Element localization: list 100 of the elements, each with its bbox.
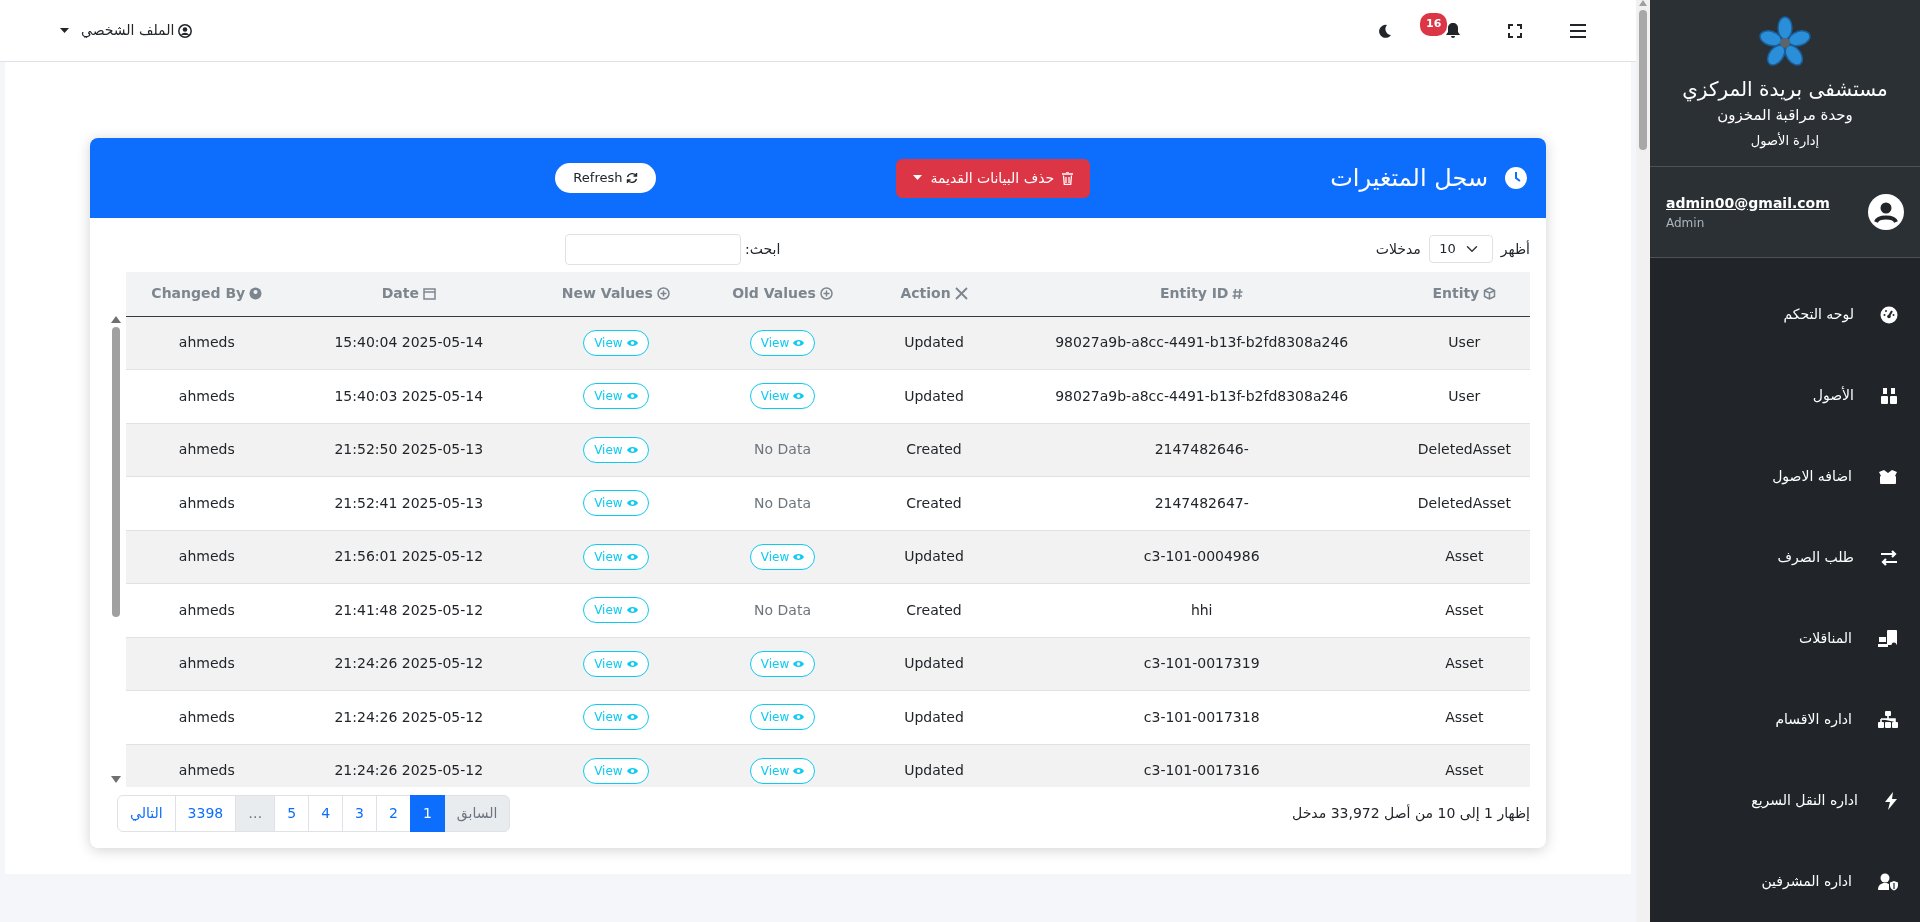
view-button[interactable]: View <box>583 490 649 517</box>
view-button[interactable]: View <box>749 650 816 677</box>
table-cell: 21:24:26 2025-05-12 <box>334 762 484 779</box>
table-cell: c3-101-0017319 <box>1143 655 1260 672</box>
hash-icon <box>1232 287 1244 300</box>
table-cell: c3-101-0017316 <box>1143 762 1260 779</box>
menu-icon[interactable] <box>1570 23 1586 38</box>
scroll-up-arrow-icon[interactable] <box>111 316 121 323</box>
column-header[interactable]: Action <box>900 283 951 305</box>
cube-icon <box>1483 287 1497 301</box>
notification-bell-icon[interactable] <box>1446 23 1460 38</box>
table-cell: c3-101-0004986 <box>1143 548 1260 565</box>
table-cell: DeletedAsset <box>1417 441 1511 458</box>
table-cell: Asset <box>1445 708 1484 725</box>
page-link[interactable]: 4 <box>308 795 344 832</box>
view-button[interactable]: View <box>583 543 649 570</box>
eye-icon <box>793 338 805 347</box>
view-button[interactable]: View <box>749 704 816 731</box>
user-circle-icon <box>178 23 193 38</box>
notification-badge: 16 <box>1420 13 1448 36</box>
scrollbar-thumb[interactable] <box>1639 10 1647 150</box>
profile-dropdown[interactable]: الملف الشخصي <box>60 20 193 41</box>
bolt-icon <box>1884 791 1898 810</box>
column-header[interactable]: Entity ID <box>1159 283 1229 305</box>
eye-icon <box>793 392 805 401</box>
section-name: إدارة الأصول <box>1749 131 1821 150</box>
page-link[interactable]: 1 <box>409 795 445 832</box>
page-link[interactable]: التالي <box>117 795 176 832</box>
boxes-icon <box>1880 386 1898 405</box>
eye-icon <box>626 338 638 347</box>
table-cell: Asset <box>1445 655 1484 672</box>
sidebar-item[interactable]: طلب الصرف <box>1650 517 1920 598</box>
caret-icon <box>913 175 923 181</box>
cross-icon <box>954 287 968 301</box>
user-role: Admin <box>1666 214 1706 232</box>
user-shield-icon <box>1878 872 1898 891</box>
delete-old-data-button[interactable]: حذف البيانات القديمة <box>896 158 1091 198</box>
user-avatar-icon <box>1868 194 1904 230</box>
column-header[interactable]: Entity <box>1432 283 1480 305</box>
eye-icon <box>626 552 638 561</box>
scroll-down-arrow-icon[interactable] <box>111 776 121 783</box>
plus-circle-icon <box>819 287 833 301</box>
no-data-text: No Data <box>754 494 811 511</box>
show-label: أظهر <box>1500 239 1530 260</box>
view-button[interactable]: View <box>583 383 649 410</box>
eye-icon <box>793 713 805 722</box>
sidebar-item[interactable]: اضافه الاصول <box>1650 436 1920 517</box>
fullscreen-icon[interactable] <box>1508 23 1522 38</box>
view-button[interactable]: View <box>583 436 649 463</box>
view-button[interactable]: View <box>583 650 649 677</box>
view-button[interactable]: View <box>749 757 816 784</box>
scrollbar-thumb[interactable] <box>112 327 120 617</box>
view-button[interactable]: View <box>583 757 649 784</box>
no-data-text: No Data <box>754 601 811 618</box>
table-cell: ahmeds <box>178 387 235 404</box>
refresh-icon <box>626 172 639 184</box>
sidebar-item[interactable]: لوحه التحكم <box>1650 274 1920 355</box>
sidebar-item[interactable]: اداره النقل السريع <box>1650 760 1920 841</box>
table-cell: 15:40:03 2025-05-14 <box>334 387 484 404</box>
view-button[interactable]: View <box>749 543 816 570</box>
eye-icon <box>793 552 805 561</box>
search-field[interactable] <box>565 233 741 265</box>
table-cell: Updated <box>904 655 964 672</box>
user-email-link[interactable]: admin00@gmail.com <box>1666 192 1830 214</box>
moon-icon[interactable] <box>1378 23 1392 38</box>
user-circle-icon <box>249 287 263 301</box>
table-cell: ahmeds <box>178 441 235 458</box>
no-data-text: No Data <box>754 441 811 458</box>
view-button[interactable]: View <box>583 704 649 731</box>
page-link[interactable]: 2 <box>376 795 411 832</box>
page-link[interactable]: 5 <box>274 795 310 832</box>
view-button[interactable]: View <box>583 597 649 624</box>
hospital-name: مستشفى بريدة المركزي <box>1681 76 1889 104</box>
sidebar-item[interactable]: المناقلات <box>1650 598 1920 679</box>
page-link[interactable]: 3398 <box>174 795 237 832</box>
table-cell: 21:41:48 2025-05-12 <box>334 601 484 618</box>
view-button[interactable]: View <box>749 329 816 356</box>
entries-label: مدخلات <box>1375 239 1421 259</box>
table-cell: ahmeds <box>178 708 235 725</box>
refresh-button[interactable]: Refresh <box>555 163 657 193</box>
table-cell: ahmeds <box>178 762 235 779</box>
table-cell: 2147482647- <box>1154 494 1249 511</box>
dashboard-icon <box>1880 305 1898 324</box>
sidebar-item[interactable]: اداره الاقسام <box>1650 679 1920 760</box>
table-cell: 21:24:26 2025-05-12 <box>334 708 484 725</box>
sidebar-item[interactable]: الأصول <box>1650 355 1920 436</box>
table-cell: Asset <box>1445 762 1484 779</box>
sidebar-item[interactable]: اداره المشرفين <box>1650 841 1920 922</box>
page-link[interactable]: 3 <box>342 795 377 832</box>
trash-icon <box>1062 171 1074 185</box>
view-button[interactable]: View <box>749 383 816 410</box>
box-icon <box>1878 468 1898 485</box>
table-cell: Updated <box>904 387 964 404</box>
table-cell: ahmeds <box>178 548 235 565</box>
column-header[interactable]: Date <box>381 283 419 305</box>
entries-select[interactable]: 10 <box>1428 235 1493 263</box>
exchange-icon <box>1880 549 1898 566</box>
table-cell: ahmeds <box>178 334 235 351</box>
page-scrollbar[interactable] <box>1636 0 1650 922</box>
view-button[interactable]: View <box>583 329 649 356</box>
